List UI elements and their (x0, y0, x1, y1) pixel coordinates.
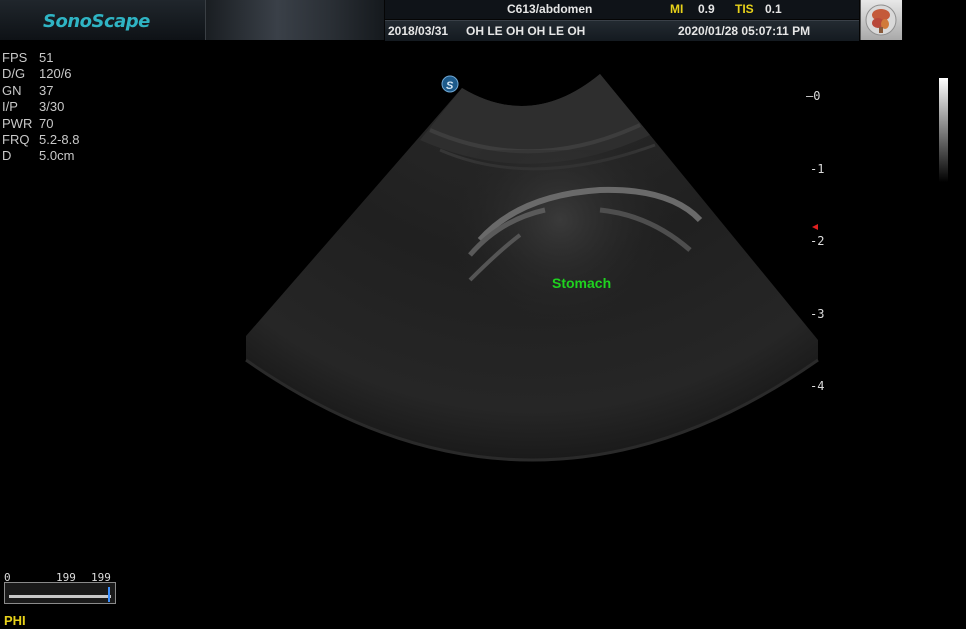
depth-tick-3: -3 (810, 307, 825, 321)
depth-tick-0: —0 (806, 89, 821, 103)
orientation-marker-letter: S (446, 80, 454, 92)
depth-tick-4: -4 (810, 379, 825, 393)
focus-marker-icon (812, 224, 818, 230)
grayscale-bar (939, 78, 948, 182)
imaging-mode: PHI (4, 613, 26, 628)
cine-track (9, 595, 111, 598)
stomach-annotation[interactable]: Stomach (552, 275, 611, 291)
cine-slider[interactable] (4, 582, 116, 604)
depth-tick-2: -2 (810, 234, 825, 248)
cine-thumb[interactable] (108, 587, 110, 602)
depth-tick-1: -1 (810, 162, 825, 176)
glow-area (420, 150, 720, 320)
